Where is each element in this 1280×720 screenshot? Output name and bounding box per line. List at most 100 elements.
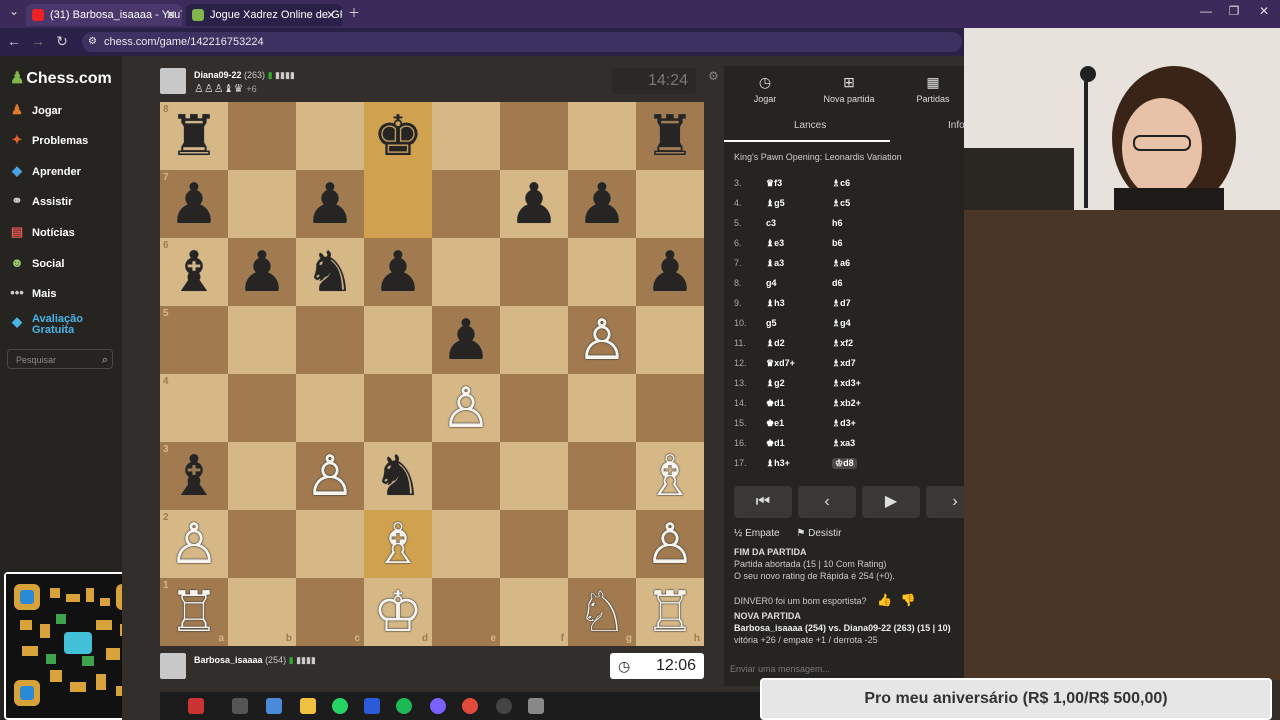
square-e1[interactable]: e [432, 578, 500, 646]
black-move[interactable]: ♗xf2 [832, 338, 853, 349]
square-d7[interactable] [364, 170, 432, 238]
black-piece-g7[interactable]: ♟ [568, 170, 636, 238]
player-avatar[interactable] [160, 653, 186, 679]
square-d5[interactable] [364, 306, 432, 374]
sidebar-item-avaliacao[interactable]: ◆ Avaliação Gratuita [8, 314, 118, 336]
black-move[interactable]: ♗d7 [832, 298, 851, 309]
square-e3[interactable] [432, 442, 500, 510]
white-move[interactable]: c3 [766, 218, 776, 228]
white-move[interactable]: ♛f3 [766, 178, 782, 189]
tab-chess[interactable]: Jogue Xadrez Online de GRAÇA ✕ [186, 4, 342, 26]
back-icon[interactable]: ← [4, 33, 24, 49]
white-piece-a2[interactable]: ♙ [160, 510, 228, 578]
white-move[interactable]: g4 [766, 278, 777, 288]
whatsapp-icon[interactable] [332, 698, 348, 714]
square-g8[interactable] [568, 102, 636, 170]
search-input[interactable]: Pesquisar ⌕ [7, 349, 113, 369]
square-g2[interactable] [568, 510, 636, 578]
obs-icon[interactable] [496, 698, 512, 714]
black-piece-d6[interactable]: ♟ [364, 238, 432, 306]
thumbs-up-icon[interactable]: 👍 [877, 593, 892, 607]
black-move[interactable]: ♗c5 [832, 198, 850, 209]
play-button[interactable]: ▶ [862, 486, 920, 518]
folder-icon[interactable] [300, 698, 316, 714]
chrome-icon[interactable] [462, 698, 478, 714]
tab-youtube[interactable]: (31) Barbosa_isaaaa - YouTube ✕ [26, 4, 182, 26]
white-move[interactable]: ♝g5 [766, 198, 785, 209]
black-move[interactable]: d6 [832, 278, 843, 288]
thumbs-down-icon[interactable]: 👎 [901, 593, 916, 607]
tab-jogar[interactable]: ◷ Jogar [730, 74, 800, 104]
chess-board[interactable]: 8 7 6 5 4 3 2 1 a b c d e f g h ♜ ♚ ♜ ♟ ♟ ♟ ♟ ♝ ♟ ♞ ♟ ♟ ♟ ♙ ♙ ♝ ♙ ♞ ♗ ♙ ♗ ♙ ♖ ♔… [160, 102, 704, 646]
square-d4[interactable] [364, 374, 432, 442]
black-move[interactable]: ♗xa3 [832, 438, 855, 449]
sidebar-item-assistir[interactable]: ⚭ Assistir [8, 190, 73, 212]
white-piece-h1[interactable]: ♖ [636, 578, 704, 646]
square-h4[interactable] [636, 374, 704, 442]
white-move[interactable]: ♝g2 [766, 378, 785, 389]
black-piece-a6[interactable]: ♝ [160, 238, 228, 306]
white-move[interactable]: ♝h3+ [766, 458, 790, 469]
black-move[interactable]: h6 [832, 218, 843, 228]
square-g6[interactable] [568, 238, 636, 306]
square-b4[interactable] [228, 374, 296, 442]
black-piece-d3[interactable]: ♞ [364, 442, 432, 510]
opponent-name[interactable]: Diana09-22 (263) ▮ ▮▮▮▮ [194, 70, 295, 81]
white-piece-d2[interactable]: ♗ [364, 510, 432, 578]
white-move[interactable]: ♝e3 [766, 238, 784, 249]
white-piece-e4[interactable]: ♙ [432, 374, 500, 442]
black-piece-a8[interactable]: ♜ [160, 102, 228, 170]
opponent-avatar[interactable] [160, 68, 186, 94]
black-move[interactable]: ♗xd7 [832, 358, 856, 369]
chess-logo[interactable]: ♟ Chess.com [10, 68, 112, 88]
site-info-icon[interactable]: ⚙ [88, 32, 97, 52]
black-piece-a3[interactable]: ♝ [160, 442, 228, 510]
black-move[interactable]: ♗g4 [832, 318, 851, 329]
black-move[interactable]: ♗xd3+ [832, 378, 861, 389]
square-c8[interactable] [296, 102, 364, 170]
sidebar-item-mais[interactable]: ••• Mais [8, 282, 56, 304]
square-a4[interactable]: 4 [160, 374, 228, 442]
subtab-lances[interactable]: Lances [794, 120, 826, 131]
reload-icon[interactable]: ↻ [52, 33, 72, 50]
copilot-icon[interactable] [266, 698, 282, 714]
avatar-icon[interactable] [188, 698, 204, 714]
square-h7[interactable] [636, 170, 704, 238]
square-c2[interactable] [296, 510, 364, 578]
subtab-info[interactable]: Info [948, 120, 965, 131]
black-piece-f7[interactable]: ♟ [500, 170, 568, 238]
sidebar-item-problemas[interactable]: ✦ Problemas [8, 129, 89, 151]
white-piece-h3[interactable]: ♗ [636, 442, 704, 510]
black-piece-h8[interactable]: ♜ [636, 102, 704, 170]
url-input[interactable]: ⚙ chess.com/game/142216753224 [82, 32, 962, 52]
square-g3[interactable] [568, 442, 636, 510]
window-close-icon[interactable]: ✕ [1254, 4, 1274, 18]
task-view-icon[interactable] [232, 698, 248, 714]
square-f6[interactable] [500, 238, 568, 306]
black-piece-c7[interactable]: ♟ [296, 170, 364, 238]
square-f5[interactable] [500, 306, 568, 374]
spotify-icon[interactable] [396, 698, 412, 714]
new-tab-icon[interactable]: ＋ [344, 4, 364, 21]
square-b2[interactable] [228, 510, 296, 578]
square-e8[interactable] [432, 102, 500, 170]
square-f4[interactable] [500, 374, 568, 442]
gear-icon[interactable]: ⚙ [708, 69, 719, 83]
black-piece-h6[interactable]: ♟ [636, 238, 704, 306]
white-piece-h2[interactable]: ♙ [636, 510, 704, 578]
player-name[interactable]: Barbosa_isaaaa (254) ▮ ▮▮▮▮ [194, 655, 316, 666]
white-move[interactable]: ♚d1 [766, 398, 785, 409]
square-f2[interactable] [500, 510, 568, 578]
sidebar-item-jogar[interactable]: ♟ Jogar [8, 99, 62, 121]
square-b8[interactable] [228, 102, 296, 170]
window-icon[interactable] [528, 698, 544, 714]
black-move[interactable]: ♗d3+ [832, 418, 856, 429]
sidebar-item-aprender[interactable]: ◆ Aprender [8, 160, 81, 182]
white-move[interactable]: ♛xd7+ [766, 358, 795, 369]
black-move[interactable]: ♗c6 [832, 178, 850, 189]
previous-move-button[interactable]: ‹ [798, 486, 856, 518]
tab-partidas[interactable]: ▦ Partidas [898, 74, 968, 104]
white-move[interactable]: ♝a3 [766, 258, 784, 269]
black-move[interactable]: b6 [832, 238, 843, 248]
square-f1[interactable]: f [500, 578, 568, 646]
